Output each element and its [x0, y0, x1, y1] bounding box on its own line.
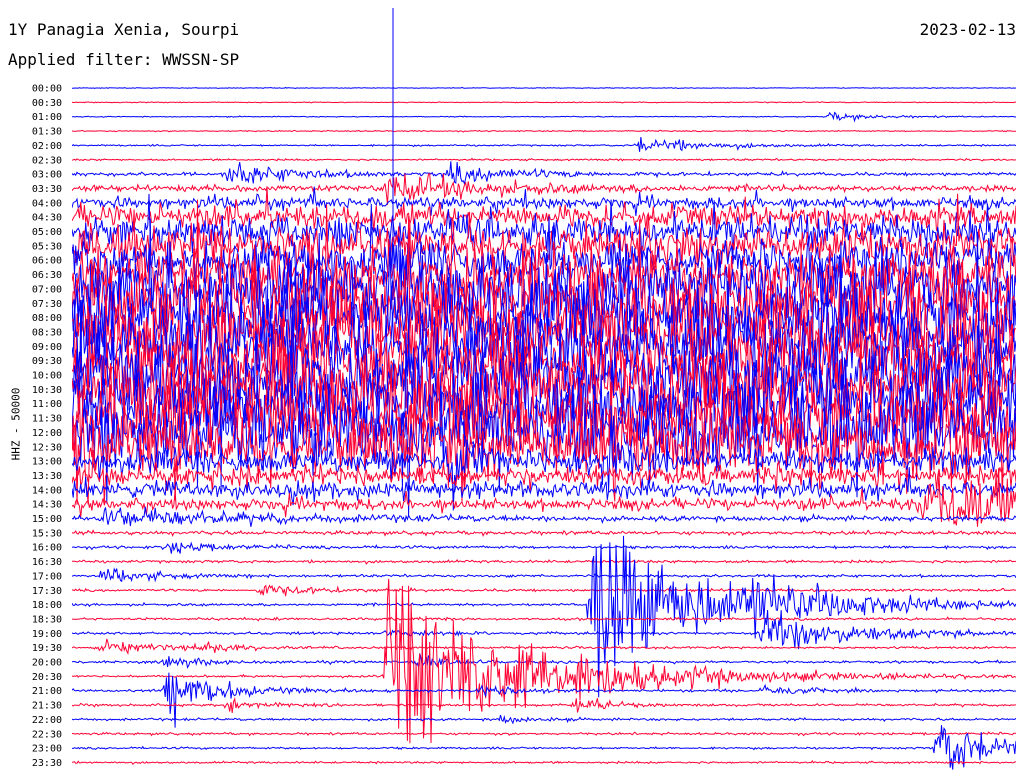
time-tick-label: 04:00 — [32, 198, 62, 209]
time-tick-label: 11:00 — [32, 399, 62, 410]
trace-0430 — [72, 186, 1016, 235]
time-tick-label: 20:00 — [32, 658, 62, 669]
time-tick-label: 13:00 — [32, 457, 62, 468]
time-tick-label: 07:30 — [32, 299, 62, 310]
trace-2200 — [72, 714, 1016, 725]
time-tick-label: 13:30 — [32, 471, 62, 482]
time-tick-label: 12:00 — [32, 428, 62, 439]
time-tick-label: 18:00 — [32, 600, 62, 611]
time-tick-label: 05:00 — [32, 227, 62, 238]
trace-0100 — [72, 111, 1016, 123]
time-tick-label: 09:30 — [32, 356, 62, 367]
trace-0300 — [72, 161, 1016, 186]
trace-1630 — [72, 558, 1016, 565]
time-tick-label: 02:00 — [32, 141, 62, 152]
trace-1600 — [72, 541, 1016, 554]
trace-1930 — [72, 638, 1016, 655]
time-tick-label: 00:30 — [32, 98, 62, 109]
time-tick-label: 02:30 — [32, 155, 62, 166]
time-tick-label: 03:00 — [32, 170, 62, 181]
time-tick-label: 23:30 — [32, 758, 62, 769]
time-tick-label: 07:00 — [32, 284, 62, 295]
time-tick-label: 10:30 — [32, 385, 62, 396]
time-tick-label: 21:30 — [32, 701, 62, 712]
time-tick-label: 16:00 — [32, 543, 62, 554]
time-tick-label: 14:30 — [32, 500, 62, 511]
seismogram-plot: 00:00 00:30 01:00 01:30 02:00 02:30 03:00 03:30… — [32, 8, 1016, 770]
trace-1300 — [72, 418, 1016, 511]
trace-0230 — [72, 157, 1016, 162]
time-tick-label: 21:00 — [32, 686, 62, 697]
time-tick-label: 08:00 — [32, 313, 62, 324]
time-tick-label: 01:30 — [32, 127, 62, 138]
time-tick-label: 14:00 — [32, 485, 62, 496]
time-tick-label: 22:30 — [32, 729, 62, 740]
time-tick-label: 19:30 — [32, 643, 62, 654]
trace-1700 — [72, 567, 1016, 583]
time-tick-label: 17:30 — [32, 586, 62, 597]
time-tick-label: 16:30 — [32, 557, 62, 568]
trace-2330 — [72, 759, 1016, 765]
time-tick-label: 17:00 — [32, 571, 62, 582]
trace-1500 — [72, 506, 1016, 527]
trace-1530 — [72, 529, 1016, 538]
time-tick-label: 15:00 — [32, 514, 62, 525]
time-tick-label: 11:30 — [32, 414, 62, 425]
trace-2000 — [72, 653, 1016, 669]
trace-1830 — [72, 616, 1016, 622]
trace-2130 — [72, 696, 1016, 714]
time-tick-label: 09:00 — [32, 342, 62, 353]
time-tick-label: 15:30 — [32, 528, 62, 539]
time-tick-label: 18:30 — [32, 614, 62, 625]
time-tick-label: 10:00 — [32, 371, 62, 382]
trace-0030 — [72, 101, 1016, 104]
trace-0130 — [72, 129, 1016, 133]
seismic-traces — [72, 8, 1016, 770]
trace-1730 — [72, 584, 1016, 597]
time-tick-labels: 00:00 00:30 01:00 01:30 02:00 02:30 03:00 03:30… — [32, 84, 62, 769]
time-tick-label: 05:30 — [32, 241, 62, 252]
trace-1900 — [72, 609, 1016, 650]
trace-1330 — [72, 449, 1016, 504]
time-tick-label: 12:30 — [32, 442, 62, 453]
time-tick-label: 03:30 — [32, 184, 62, 195]
time-tick-label: 20:30 — [32, 672, 62, 683]
time-tick-label: 01:00 — [32, 112, 62, 123]
time-tick-label: 06:00 — [32, 256, 62, 267]
time-tick-label: 23:00 — [32, 744, 62, 755]
trace-0200 — [72, 136, 1016, 152]
time-tick-label: 08:30 — [32, 327, 62, 338]
time-tick-label: 04:30 — [32, 213, 62, 224]
trace-0000 — [72, 86, 1016, 90]
time-tick-label: 19:00 — [32, 629, 62, 640]
trace-2230 — [72, 731, 1016, 737]
time-tick-label: 22:00 — [32, 715, 62, 726]
time-tick-label: 06:30 — [32, 270, 62, 281]
time-tick-label: 00:00 — [32, 84, 62, 95]
